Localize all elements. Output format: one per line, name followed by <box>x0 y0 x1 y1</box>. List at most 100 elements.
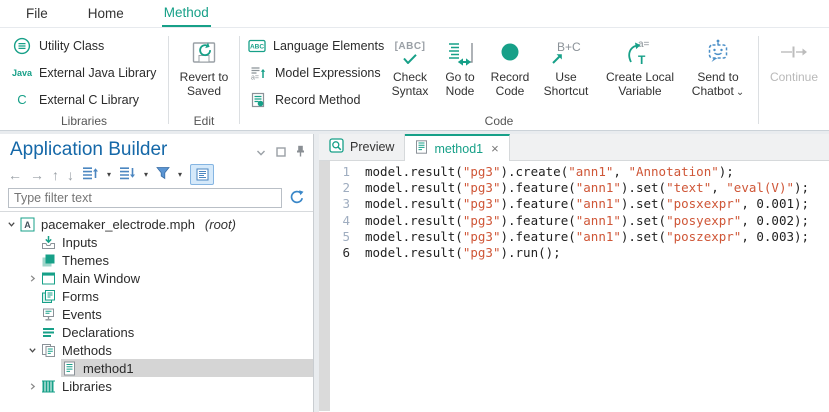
panel-menu-chevron-icon[interactable] <box>256 145 266 160</box>
down-arrow-icon[interactable]: ↓ <box>67 168 74 182</box>
go-to-node-label: Go to Node <box>438 70 482 98</box>
continue-button[interactable]: Continue <box>762 32 826 130</box>
code-line-5[interactable]: model.result("pg3").feature("ann1").set(… <box>365 229 809 245</box>
code-group: ABC Language Elements a= Model Expressio… <box>240 28 758 130</box>
tab-preview[interactable]: Preview <box>319 134 405 160</box>
show-details-toggle[interactable] <box>190 164 214 185</box>
external-java-library-button[interactable]: Java External Java Library <box>0 59 168 86</box>
external-c-library-button[interactable]: C External C Library <box>0 86 168 113</box>
tree-item-main-window[interactable]: Main Window <box>0 269 313 287</box>
tree-item-forms[interactable]: Forms <box>0 287 313 305</box>
code-line-6[interactable]: model.result("pg3").run(); <box>365 245 809 261</box>
code-line-2[interactable]: model.result("pg3").feature("ann1").set(… <box>365 180 809 196</box>
tab-method1[interactable]: method1 × <box>405 134 509 161</box>
tree-item-content[interactable]: Apacemaker_electrode.mph(root) <box>19 215 313 233</box>
chevron-down-icon[interactable]: ▾ <box>178 170 182 179</box>
code-text: ).feature( <box>500 196 575 211</box>
tree-item-pacemaker-electrode-mph[interactable]: Apacemaker_electrode.mph(root) <box>0 215 313 233</box>
code-text: , <box>711 180 726 195</box>
code-string: "pg3" <box>463 180 501 195</box>
chevron-right-icon[interactable] <box>25 274 40 283</box>
ribbon-tab-file[interactable]: File <box>24 0 50 27</box>
line-number: 6 <box>330 245 350 261</box>
line-number: 3 <box>330 196 350 212</box>
code-string: "pg3" <box>463 196 501 211</box>
utility-class-button[interactable]: Utility Class <box>0 32 168 59</box>
code-text: model.result( <box>365 180 463 195</box>
filter-input[interactable] <box>8 188 282 208</box>
utility-class-icon <box>12 37 32 55</box>
tree-item-themes[interactable]: Themes <box>0 251 313 269</box>
tree-item-content[interactable]: Methods <box>40 341 313 359</box>
language-elements-button[interactable]: ABC Language Elements <box>240 32 382 59</box>
method-icon <box>62 361 77 376</box>
filter-icon[interactable] <box>156 166 170 183</box>
chevron-down-icon[interactable]: ▾ <box>144 170 148 179</box>
tree-item-events[interactable]: Events <box>0 305 313 323</box>
tree-item-methods[interactable]: Methods <box>0 341 313 359</box>
code-text: model.result( <box>365 196 463 211</box>
code-group-label: Code <box>240 114 758 128</box>
libraries-group: Utility Class Java External Java Library… <box>0 28 168 130</box>
chevron-right-icon[interactable] <box>25 382 40 391</box>
refresh-icon[interactable] <box>289 189 305 208</box>
send-to-chatbot-button[interactable]: Send to Chatbot⌄ <box>686 32 750 113</box>
code-editor[interactable]: model.result("pg3").create("ann1", "Anno… <box>357 161 809 411</box>
tree-item-method1[interactable]: method1 <box>0 359 313 377</box>
tree-item-content[interactable]: Declarations <box>40 323 313 341</box>
tree-item-content[interactable]: Inputs <box>40 233 313 251</box>
go-to-node-icon <box>447 34 474 70</box>
line-number: 2 <box>330 180 350 196</box>
code-string: "ann1" <box>568 164 613 179</box>
line-number: 1 <box>330 164 350 180</box>
code-string: "ann1" <box>576 229 621 244</box>
code-line-1[interactable]: model.result("pg3").create("ann1", "Anno… <box>365 164 809 180</box>
model-expressions-button[interactable]: a= Model Expressions <box>240 59 382 86</box>
tree-item-content[interactable]: Main Window <box>40 269 313 287</box>
record-method-button[interactable]: Record Method <box>240 86 382 113</box>
chevron-down-icon[interactable] <box>25 346 40 355</box>
move-down-list-icon[interactable] <box>119 166 136 183</box>
pin-icon[interactable] <box>296 145 305 160</box>
editor-pane: Preview method1 × 123456 model.result("p… <box>319 134 829 412</box>
tree-item-content[interactable]: Themes <box>40 251 313 269</box>
chevron-down-icon[interactable]: ▾ <box>107 170 111 179</box>
tree-item-label: Methods <box>62 343 112 358</box>
create-local-variable-button[interactable]: a=T Create Local Variable <box>598 32 682 113</box>
code-text: model.result( <box>365 164 463 179</box>
send-to-chatbot-label: Send to Chatbot <box>692 70 739 98</box>
tree-item-content[interactable]: Libraries <box>40 377 313 395</box>
ribbon-tab-method[interactable]: Method <box>162 0 211 27</box>
back-arrow-icon[interactable]: ← <box>8 168 22 182</box>
chevron-down-icon[interactable] <box>4 220 19 229</box>
code-string: "pg3" <box>463 164 501 179</box>
close-icon[interactable]: × <box>491 141 499 156</box>
check-syntax-button[interactable]: [ABC] Check Syntax <box>386 32 434 113</box>
panel-title: Application Builder <box>10 139 167 161</box>
chevron-down-icon: ⌄ <box>736 87 744 98</box>
code-text: ).run(); <box>500 245 560 260</box>
tree-item-label: Events <box>62 307 102 322</box>
move-up-list-icon[interactable] <box>82 166 99 183</box>
code-string: "text" <box>666 180 711 195</box>
go-to-node-button[interactable]: Go to Node <box>438 32 482 113</box>
tree-item-inputs[interactable]: Inputs <box>0 233 313 251</box>
code-text: ); <box>794 180 809 195</box>
code-line-4[interactable]: model.result("pg3").feature("ann1").set(… <box>365 213 809 229</box>
svg-text:A: A <box>24 220 31 230</box>
tree-item-label: Themes <box>62 253 109 268</box>
tree-item-declarations[interactable]: Declarations <box>0 323 313 341</box>
forward-arrow-icon[interactable]: → <box>30 168 44 182</box>
record-method-label: Record Method <box>275 93 360 107</box>
tree-item-libraries[interactable]: Libraries <box>0 377 313 395</box>
tree-item-content[interactable]: Forms <box>40 287 313 305</box>
ribbon-tab-home[interactable]: Home <box>86 0 126 27</box>
tree-item-content[interactable]: method1 <box>61 359 313 377</box>
tree-item-content[interactable]: Events <box>40 305 313 323</box>
use-shortcut-button[interactable]: B+C Use Shortcut <box>538 32 594 113</box>
code-string: "ann1" <box>576 213 621 228</box>
up-arrow-icon[interactable]: ↑ <box>52 168 59 182</box>
record-code-button[interactable]: Record Code <box>486 32 534 113</box>
code-line-3[interactable]: model.result("pg3").feature("ann1").set(… <box>365 196 809 212</box>
float-window-icon[interactable] <box>276 145 286 160</box>
